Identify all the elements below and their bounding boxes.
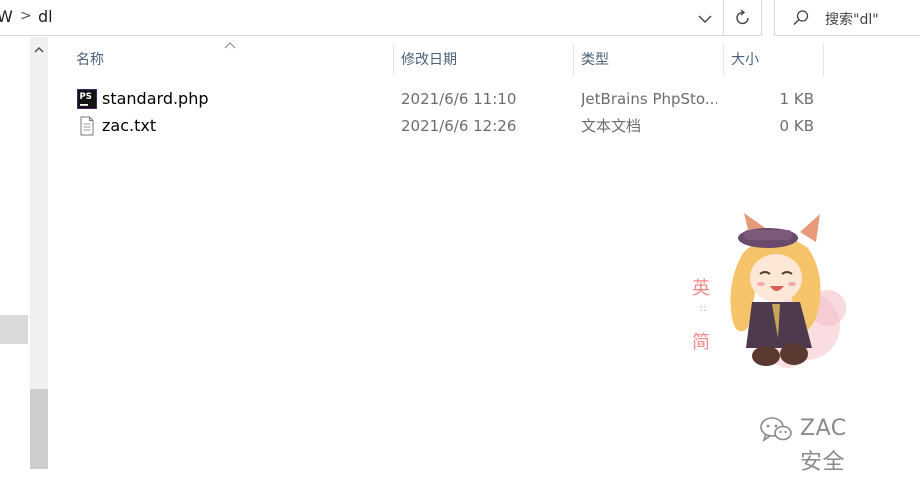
text-file-icon <box>80 116 94 136</box>
top-bar: W > dl 搜索"dl" <box>0 0 920 37</box>
file-name[interactable]: standard.php <box>102 86 209 112</box>
watermark-text: ZAC安全 <box>800 416 847 475</box>
address-bar[interactable]: W > dl <box>0 0 724 36</box>
file-type: JetBrains PhpSto... <box>581 90 717 108</box>
nav-scrollbar[interactable] <box>30 37 48 469</box>
file-date: 2021/6/6 12:26 <box>401 117 517 135</box>
file-row[interactable]: PS standard.php 2021/6/6 11:10 JetBrains… <box>72 86 832 112</box>
mascot-text-top: 英 <box>692 278 710 299</box>
search-icon <box>793 10 809 26</box>
refresh-button[interactable] <box>724 0 762 36</box>
file-row[interactable]: zac.txt 2021/6/6 12:26 文本文档 0 KB <box>72 113 832 139</box>
breadcrumb-current[interactable]: dl <box>38 7 53 26</box>
column-headers: 名称 修改日期 类型 大小 <box>48 37 920 79</box>
refresh-icon <box>736 9 749 25</box>
file-date: 2021/6/6 11:10 <box>401 90 517 108</box>
breadcrumb-separator-icon[interactable]: > <box>20 8 32 24</box>
breadcrumb-parent[interactable]: W <box>0 7 13 26</box>
file-size: 0 KB <box>779 117 814 135</box>
svg-text:PS: PS <box>80 92 92 102</box>
file-type: 文本文档 <box>581 117 642 135</box>
svg-text:∷: ∷ <box>700 304 706 315</box>
nav-selected-item[interactable] <box>0 315 28 344</box>
mascot-illustration: 英 ∷ 简 <box>692 213 846 368</box>
column-header-type[interactable]: 类型 <box>573 37 723 77</box>
column-header-name[interactable]: 名称 <box>68 37 393 77</box>
search-box[interactable]: 搜索"dl" <box>774 0 920 36</box>
scrollbar-thumb[interactable] <box>30 389 48 469</box>
chevron-down-icon[interactable] <box>694 8 716 30</box>
file-name[interactable]: zac.txt <box>102 113 156 139</box>
search-input[interactable]: 搜索"dl" <box>825 9 879 29</box>
mascot-text-bottom: 简 <box>692 332 710 353</box>
file-size: 1 KB <box>779 90 814 108</box>
wechat-icon <box>760 417 792 442</box>
column-header-date[interactable]: 修改日期 <box>393 37 573 77</box>
scroll-up-arrow-icon[interactable] <box>34 45 44 55</box>
column-header-size[interactable]: 大小 <box>723 37 823 77</box>
column-divider[interactable] <box>823 43 824 76</box>
phpstorm-file-icon: PS <box>77 89 97 109</box>
